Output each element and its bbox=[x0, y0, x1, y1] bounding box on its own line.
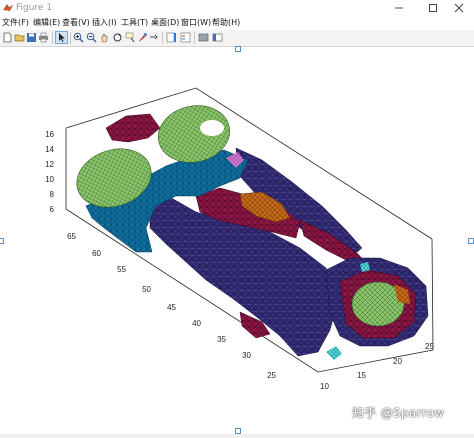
z-tick-label: 10 bbox=[45, 175, 54, 184]
title-bar: Figure 1 bbox=[0, 0, 474, 16]
data-cursor-icon[interactable] bbox=[125, 32, 136, 43]
y-tick-label: 25 bbox=[267, 371, 276, 380]
mesh-hole-top bbox=[200, 120, 224, 136]
y-tick-label: 65 bbox=[67, 232, 76, 241]
z-tick-label: 16 bbox=[45, 130, 54, 139]
resize-handle-right[interactable] bbox=[468, 238, 474, 244]
x-tick-label: 10 bbox=[320, 382, 329, 391]
window-title: Figure 1 bbox=[16, 3, 53, 13]
menu-window[interactable]: 窗口(W) bbox=[181, 17, 211, 29]
minimize-button[interactable] bbox=[384, 0, 414, 16]
matlab-icon bbox=[3, 4, 13, 11]
save-icon[interactable] bbox=[26, 32, 37, 43]
toolbar-separator bbox=[70, 32, 71, 44]
menu-file[interactable]: 文件(F) bbox=[2, 17, 29, 29]
toolbar-separator bbox=[52, 32, 53, 44]
y-tick-label: 40 bbox=[192, 319, 201, 328]
y-tick-label: 45 bbox=[167, 303, 176, 312]
pointer-icon[interactable] bbox=[55, 31, 68, 44]
menu-edit[interactable]: 编辑(E) bbox=[33, 17, 60, 29]
insert-legend-icon[interactable] bbox=[180, 32, 191, 43]
show-plot-tools-icon[interactable] bbox=[212, 32, 223, 43]
menu-view[interactable]: 查看(V) bbox=[62, 17, 90, 29]
z-tick-label: 14 bbox=[45, 145, 54, 154]
plot-axes[interactable]: 6 8 10 12 14 16 25 30 35 40 45 50 55 60 … bbox=[0, 47, 474, 434]
link-icon[interactable] bbox=[148, 32, 159, 43]
print-icon[interactable] bbox=[38, 32, 49, 43]
figure-toolbar bbox=[0, 30, 474, 47]
figure-canvas[interactable]: 6 8 10 12 14 16 25 30 35 40 45 50 55 60 … bbox=[0, 46, 474, 434]
resize-handle-left[interactable] bbox=[0, 238, 4, 244]
watermark-text: 知乎 @Sparrow bbox=[352, 406, 445, 420]
resize-handle-top[interactable] bbox=[235, 46, 241, 52]
y-tick-label: 35 bbox=[217, 335, 226, 344]
toolbar-separator bbox=[162, 32, 163, 44]
hide-plot-tools-icon[interactable] bbox=[198, 32, 209, 43]
toolbar-separator bbox=[194, 32, 195, 44]
zoom-in-icon[interactable] bbox=[73, 32, 84, 43]
x-tick-label: 20 bbox=[393, 357, 402, 366]
z-axis: 6 8 10 12 14 16 bbox=[45, 130, 54, 214]
mesh-surface-cyan bbox=[326, 346, 342, 360]
x-tick-label: 15 bbox=[357, 371, 366, 380]
y-tick-label: 30 bbox=[242, 351, 251, 360]
rotate-icon[interactable] bbox=[112, 32, 123, 43]
pan-icon[interactable] bbox=[99, 32, 110, 43]
resize-handle-bottom[interactable] bbox=[235, 428, 241, 434]
open-icon[interactable] bbox=[14, 32, 25, 43]
menu-insert[interactable]: 插入(I) bbox=[92, 17, 117, 29]
close-icon bbox=[454, 3, 464, 13]
y-tick-label: 50 bbox=[142, 285, 151, 294]
x-tick-label: 25 bbox=[425, 342, 434, 351]
y-tick-label: 60 bbox=[92, 249, 101, 258]
y-tick-label: 55 bbox=[117, 265, 126, 274]
new-icon[interactable] bbox=[2, 32, 13, 43]
insert-colorbar-icon[interactable] bbox=[166, 32, 177, 43]
menu-help[interactable]: 帮助(H) bbox=[212, 17, 240, 29]
menu-tools[interactable]: 工具(T) bbox=[121, 17, 148, 29]
zoom-out-icon[interactable] bbox=[86, 32, 97, 43]
menu-desktop[interactable]: 桌面(D) bbox=[151, 17, 179, 29]
z-tick-label: 8 bbox=[50, 190, 55, 199]
maximize-icon bbox=[429, 4, 437, 12]
z-tick-label: 6 bbox=[50, 205, 55, 214]
menu-bar: 文件(F) 编辑(E) 查看(V) 插入(I) 工具(T) 桌面(D) 窗口(W… bbox=[0, 16, 474, 30]
close-button[interactable] bbox=[444, 0, 474, 16]
z-tick-label: 12 bbox=[45, 160, 54, 169]
mesh-surface-maroon-top bbox=[105, 113, 161, 143]
minimize-icon bbox=[395, 7, 403, 9]
brush-icon[interactable] bbox=[137, 32, 148, 43]
